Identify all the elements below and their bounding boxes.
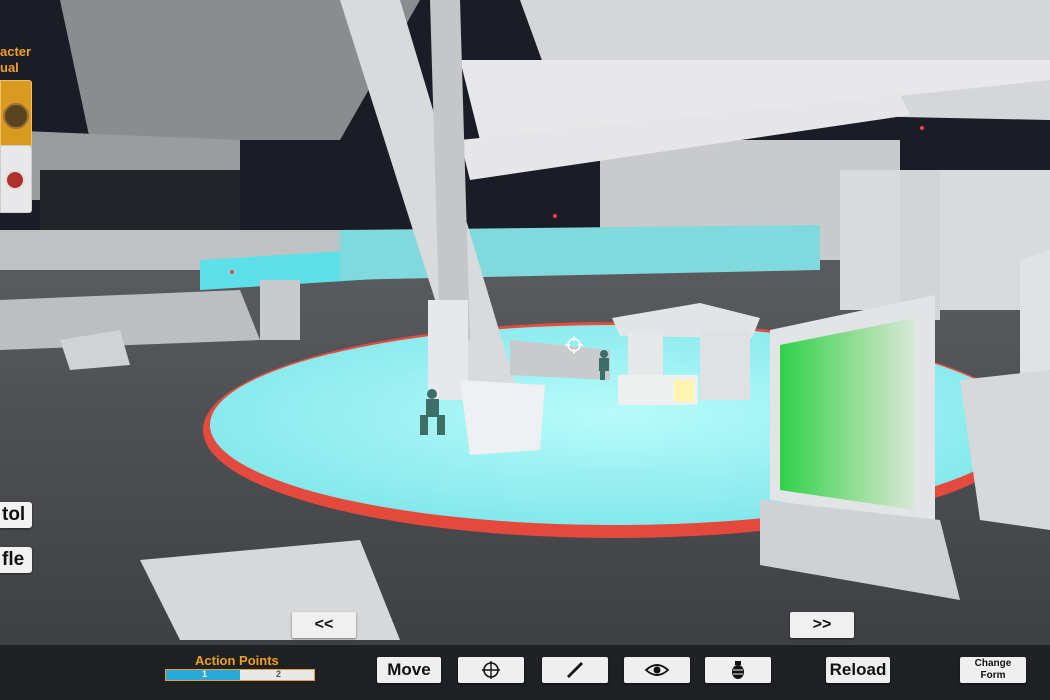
crosshair-icon bbox=[482, 661, 500, 679]
grenade-button[interactable] bbox=[705, 657, 771, 683]
weapon-pistol-button[interactable]: tol bbox=[0, 502, 32, 528]
action-points-tick-1: 1 bbox=[202, 669, 208, 679]
character-portrait-selected[interactable] bbox=[0, 80, 32, 148]
character-emblem-icon bbox=[3, 103, 29, 129]
move-button[interactable]: Move bbox=[377, 657, 441, 683]
character-emblem-icon bbox=[5, 170, 25, 190]
weapon-rifle-button[interactable]: fle bbox=[0, 547, 32, 573]
game-scene[interactable] bbox=[0, 0, 1050, 700]
grenade-icon bbox=[732, 661, 744, 679]
knife-icon bbox=[567, 662, 583, 678]
overwatch-button[interactable] bbox=[624, 657, 690, 683]
melee-button[interactable] bbox=[542, 657, 608, 683]
action-points-label: Action Points bbox=[195, 653, 279, 668]
character-name: acter ual bbox=[0, 44, 32, 75]
change-form-button[interactable]: Change Form bbox=[960, 657, 1026, 683]
reload-button[interactable]: Reload bbox=[826, 657, 890, 683]
character-portrait[interactable] bbox=[0, 145, 32, 213]
next-unit-button[interactable]: >> bbox=[790, 612, 854, 638]
action-bar bbox=[0, 645, 1050, 700]
aim-button[interactable] bbox=[458, 657, 524, 683]
eye-icon bbox=[644, 664, 670, 676]
action-points-tick-2: 2 bbox=[276, 669, 282, 679]
previous-unit-button[interactable]: << bbox=[292, 612, 356, 638]
action-points-bar: 1 2 bbox=[165, 669, 315, 681]
